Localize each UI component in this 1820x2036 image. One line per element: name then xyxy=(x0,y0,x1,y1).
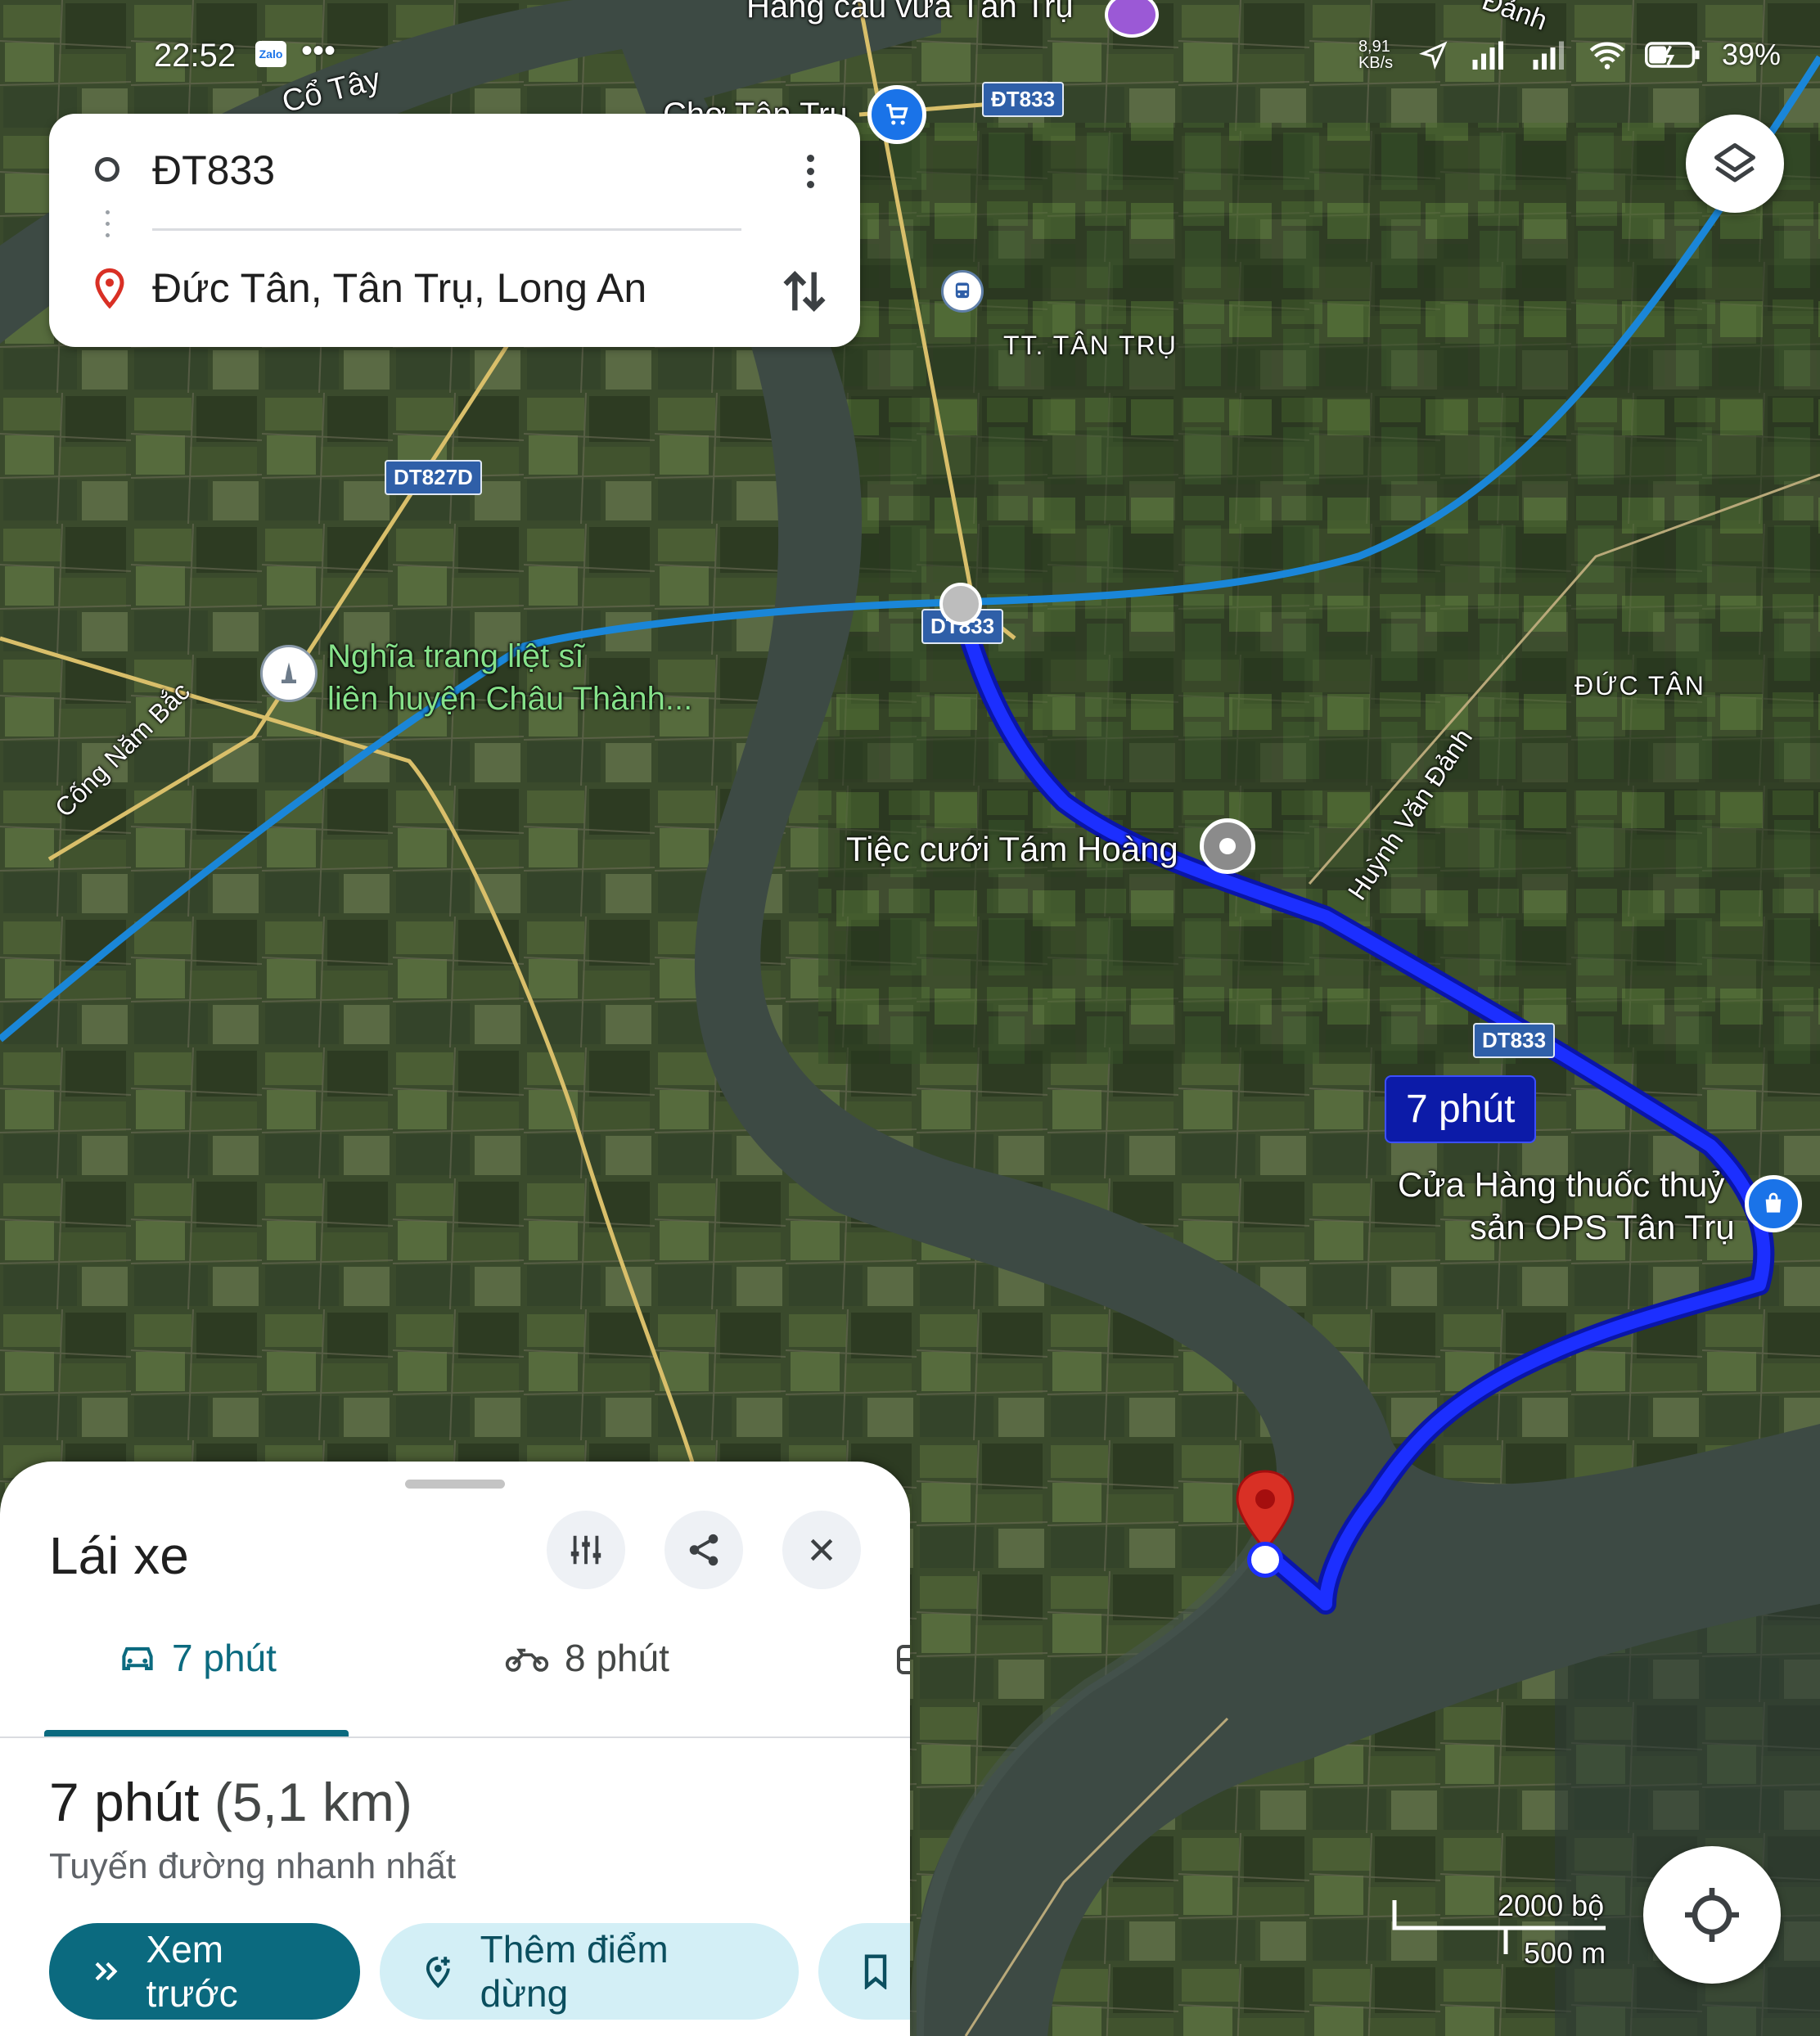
add-location-icon xyxy=(426,1957,450,1989)
wedding-venue-marker[interactable] xyxy=(1200,818,1255,874)
directions-card: ĐT833 Đức Tân, Tân Trụ, Long An xyxy=(49,114,860,347)
monument-icon xyxy=(282,662,296,683)
car-icon xyxy=(122,1646,153,1670)
tune-icon xyxy=(570,1535,601,1565)
destination-field[interactable]: Đức Tân, Tân Trụ, Long An xyxy=(152,264,646,312)
transit-tab-icon[interactable] xyxy=(895,1643,910,1679)
my-location-icon xyxy=(1685,1888,1739,1942)
tab-car[interactable]: 7 phút xyxy=(118,1625,277,1691)
network-speed: 8,91 KB/s xyxy=(1358,38,1394,72)
tab-motorbike-label: 8 phút xyxy=(565,1637,669,1679)
signal-icon xyxy=(1472,41,1503,70)
origin-circle-icon xyxy=(95,157,119,182)
status-time: 22:52 xyxy=(154,38,237,74)
signal-icon xyxy=(1533,41,1564,70)
add-stop-label: Thêm điểm dừng xyxy=(480,1928,669,2015)
swap-directions-icon[interactable] xyxy=(776,263,833,320)
bus-icon xyxy=(955,282,970,299)
layers-icon xyxy=(1714,143,1755,182)
label-shop-2[interactable]: sản OPS Tân Trụ xyxy=(1470,1208,1735,1247)
shop-marker[interactable] xyxy=(1745,1175,1802,1232)
share-icon xyxy=(689,1534,719,1566)
sheet-drag-handle[interactable] xyxy=(405,1480,505,1489)
tabs-divider xyxy=(0,1736,910,1738)
label-duc-tan: ĐỨC TÂN xyxy=(1574,671,1705,700)
route-summary: 7 phút (5,1 km) xyxy=(49,1771,412,1833)
status-bar: 22:52 Zalo ••• 8,91 KB/s 39% xyxy=(0,0,1820,115)
field-divider xyxy=(152,228,741,231)
label-cemetery-2[interactable]: liên huyện Châu Thành... xyxy=(327,681,692,718)
more-vert-icon xyxy=(806,154,814,188)
preview-button[interactable]: Xem trước xyxy=(49,1923,360,2020)
cemetery-marker[interactable] xyxy=(260,645,318,702)
battery-icon xyxy=(1644,42,1700,68)
route-distance: (5,1 km) xyxy=(214,1772,412,1832)
layers-button[interactable] xyxy=(1686,115,1784,213)
location-arrow-icon xyxy=(1418,41,1448,70)
bus-stop-marker[interactable] xyxy=(941,270,984,313)
double-chevron-right-icon xyxy=(95,1962,118,1981)
label-cemetery-1[interactable]: Nghĩa trang liệt sĩ xyxy=(327,638,584,675)
close-button[interactable] xyxy=(782,1511,861,1589)
share-button[interactable] xyxy=(664,1511,743,1589)
route-time-badge[interactable]: 7 phút xyxy=(1385,1075,1537,1143)
bookmark-icon xyxy=(864,1954,887,1989)
road-shield-dt833-right: DT833 xyxy=(1473,1023,1556,1058)
zalo-icon: Zalo xyxy=(255,41,286,67)
label-wedding[interactable]: Tiệc cưới Tám Hoàng xyxy=(846,830,1178,869)
destination-pin-icon xyxy=(95,268,124,309)
my-location-button[interactable] xyxy=(1643,1846,1781,1984)
status-right: 8,91 KB/s 39% xyxy=(1358,38,1781,72)
route-connector-dots xyxy=(106,210,110,237)
save-button[interactable] xyxy=(818,1923,910,2020)
route-options-button[interactable] xyxy=(547,1511,625,1589)
add-stop-button[interactable]: Thêm điểm dừng xyxy=(380,1923,799,2020)
battery-percent: 39% xyxy=(1721,38,1781,71)
more-options-button[interactable] xyxy=(786,146,835,196)
route-description: Tuyến đường nhanh nhất xyxy=(49,1846,457,1886)
active-tab-indicator xyxy=(44,1730,349,1736)
directions-sheet: Lái xe 7 phút 8 phút 7 phút (5,1 km) Tuy… xyxy=(0,1462,910,2036)
origin-field[interactable]: ĐT833 xyxy=(152,146,275,194)
motorbike-icon xyxy=(505,1648,549,1672)
wifi-icon xyxy=(1589,42,1625,70)
tab-motorbike[interactable]: 8 phút xyxy=(504,1625,669,1691)
more-notifications-icon: ••• xyxy=(301,33,336,69)
route-duration: 7 phút xyxy=(49,1772,200,1832)
route-end-dot xyxy=(1247,1542,1283,1578)
shopping-bag-icon xyxy=(1765,1192,1782,1213)
preview-label: Xem trước xyxy=(146,1928,238,2015)
travel-mode-title: Lái xe xyxy=(49,1526,189,1585)
scale-bar xyxy=(1392,1900,1606,1954)
waypoint-marker[interactable] xyxy=(939,583,982,625)
close-icon xyxy=(810,1538,833,1561)
road-shield-dt827d: DT827D xyxy=(385,460,482,495)
label-shop-1[interactable]: Cửa Hàng thuốc thuỷ xyxy=(1398,1165,1724,1205)
label-town: TT. TÂN TRỤ xyxy=(1003,331,1178,360)
dot-icon xyxy=(1219,838,1236,854)
tab-car-label: 7 phút xyxy=(172,1637,277,1679)
